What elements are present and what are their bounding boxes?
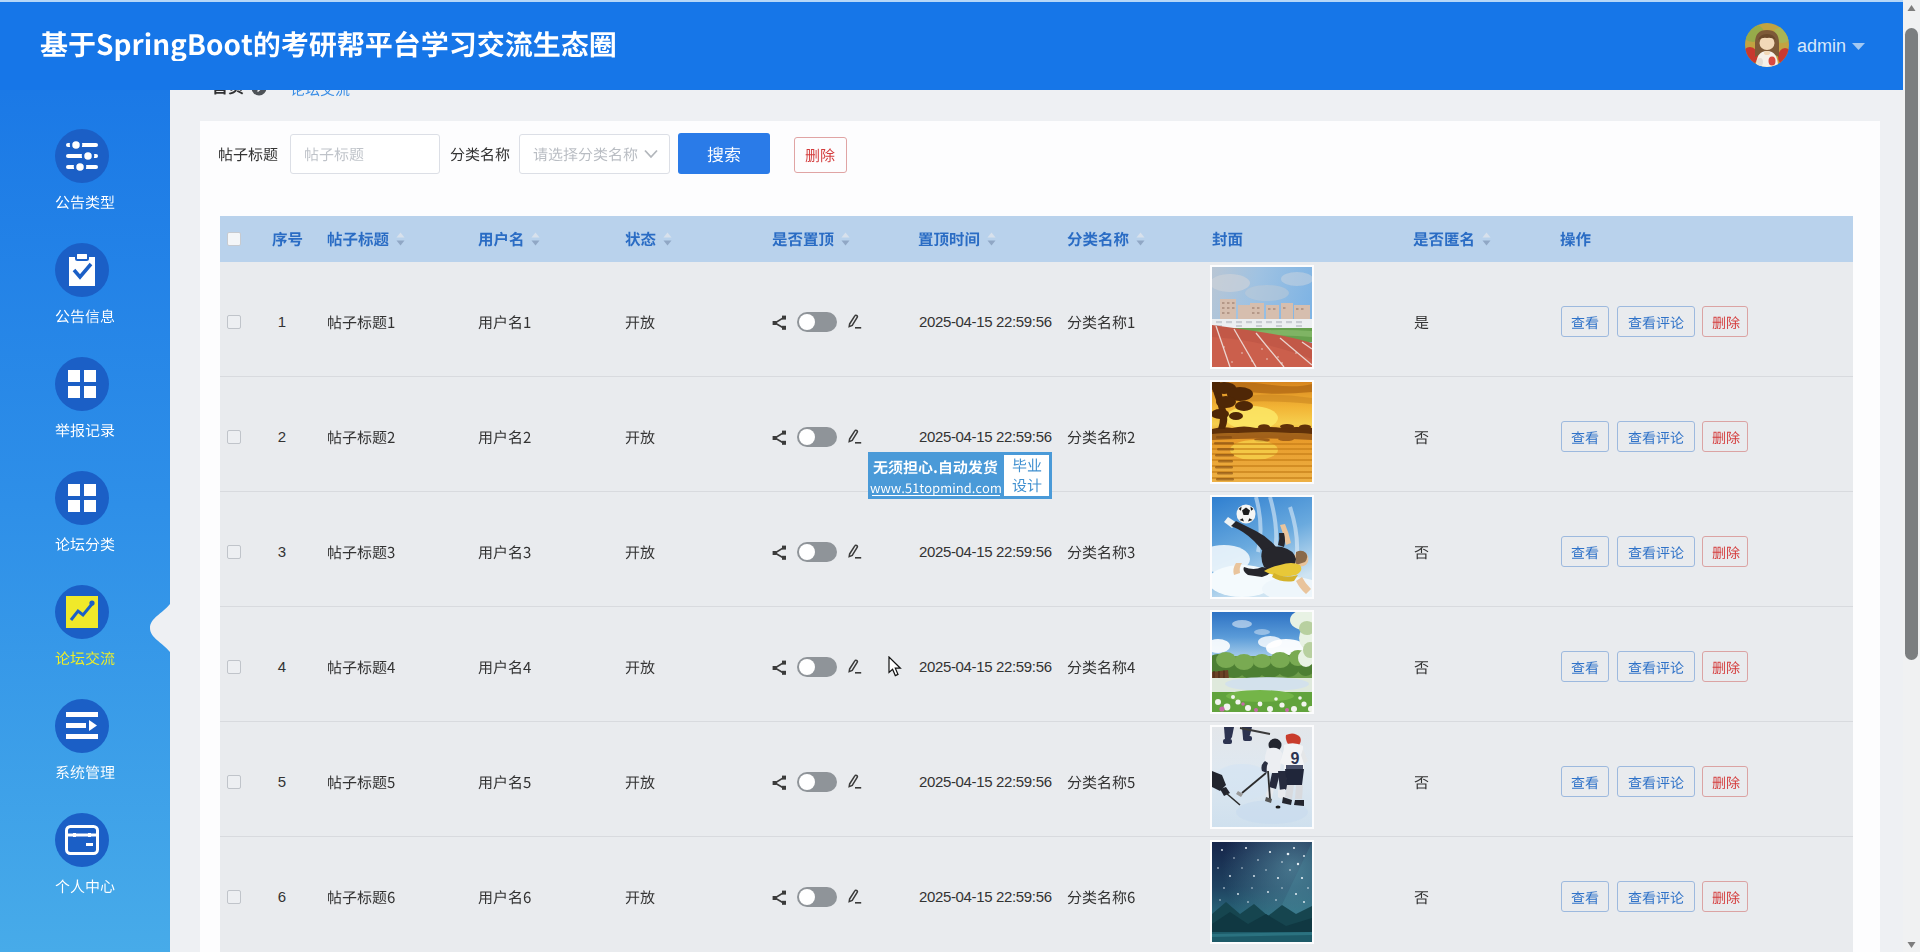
- svg-text:9: 9: [1291, 750, 1300, 767]
